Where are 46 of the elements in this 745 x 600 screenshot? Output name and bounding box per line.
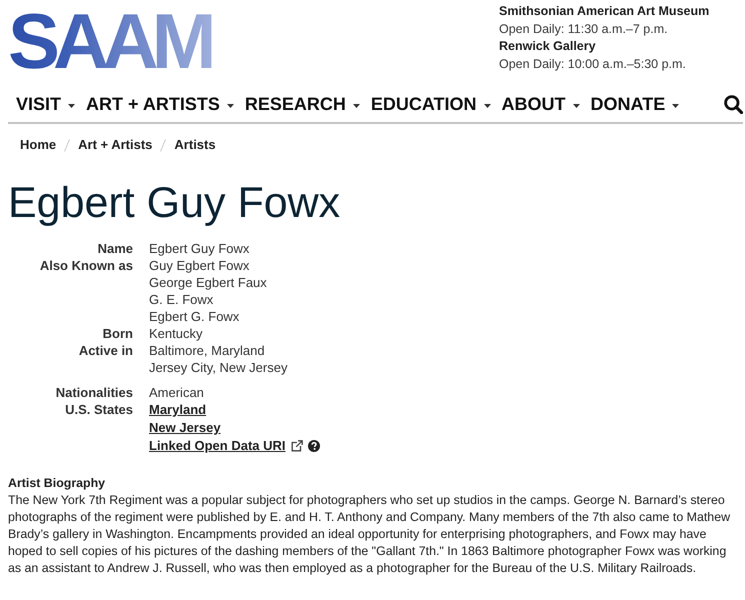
- state-link[interactable]: New Jersey: [149, 419, 221, 437]
- field-value: G. E. Fowx: [149, 291, 214, 308]
- breadcrumb-separator: [64, 138, 70, 152]
- field-label: Name: [98, 241, 133, 256]
- section-heading: Artist Biography: [8, 475, 106, 492]
- nav-menu-item[interactable]: VISIT: [16, 92, 76, 116]
- opening-hours: Open Daily: 11:30 a.m.–7 p.m.: [499, 20, 668, 38]
- field-value: American: [149, 384, 204, 401]
- search-icon: [724, 94, 743, 114]
- nav-menu-item[interactable]: EDUCATION: [370, 92, 491, 116]
- field-label: Also Known as: [40, 258, 133, 273]
- field-label: Nationalities: [56, 385, 133, 400]
- field-value: Guy Egbert Fowx: [149, 257, 250, 274]
- field-label: U.S. States: [65, 402, 133, 417]
- museum-name: Renwick Gallery: [499, 38, 596, 55]
- breadcrumb-link[interactable]: Home: [20, 136, 56, 154]
- page-title: Egbert Guy Fowx: [8, 178, 340, 229]
- breadcrumb-link[interactable]: Artists: [174, 136, 216, 154]
- caret-icon: [484, 104, 491, 108]
- nav-menu-item[interactable]: RESEARCH: [244, 92, 360, 116]
- field-value: George Egbert Faux: [149, 274, 267, 291]
- opening-hours: Open Daily: 10:00 a.m.–5:30 p.m.: [499, 56, 686, 73]
- data-uri-link[interactable]: Linked Open Data URI: [149, 437, 286, 455]
- nav-menu-item[interactable]: ABOUT: [502, 92, 580, 116]
- caret-icon: [226, 104, 234, 108]
- caret-icon: [68, 104, 76, 108]
- field-value: Egbert G. Fowx: [149, 308, 240, 325]
- search-button[interactable]: [724, 94, 743, 114]
- field-label: Born: [102, 326, 133, 341]
- field-value: Jersey City, New Jersey: [149, 359, 288, 376]
- caret-icon: [352, 104, 360, 108]
- nav-menu-item[interactable]: ART + ARTISTS: [86, 92, 234, 116]
- biography-text: The New York 7th Regiment was a popular subject for photographers who set up studios in the camps. George N. Barnard’s stereo photographs of the regiment were published by E. and H. T. Anthony and Company. Many members of the 7th also came to Mathew Brady’s gallery in Washington. Encampments provided an ideal opportunity for enterprising photographers, and Fowx may have hoped to sell copies of his pictures of the dashing members of the "Gallant 7th." In 1863 Baltimore photographer Fowx was working as an assistant to Andrew J. Russell, who was then employed as a photographer for the Bureau of the U.S. Military Railroads.: [8, 492, 732, 577]
- caret-icon: [572, 104, 580, 108]
- field-value: Kentucky: [149, 325, 202, 342]
- breadcrumb-separator: [160, 138, 166, 152]
- caret-icon: [672, 104, 680, 108]
- field-value: Baltimore, Maryland: [149, 342, 265, 359]
- breadcrumb-link[interactable]: Art + Artists: [78, 136, 152, 154]
- field-label: Active in: [78, 343, 133, 358]
- state-link[interactable]: Maryland: [149, 401, 206, 419]
- external-link-icon[interactable]: [290, 440, 303, 452]
- field-value: Egbert Guy Fowx: [149, 240, 250, 257]
- nav-menu-item[interactable]: DONATE: [590, 92, 680, 116]
- help-icon[interactable]: [308, 440, 320, 452]
- museum-name: Smithsonian American Art Museum: [499, 3, 710, 20]
